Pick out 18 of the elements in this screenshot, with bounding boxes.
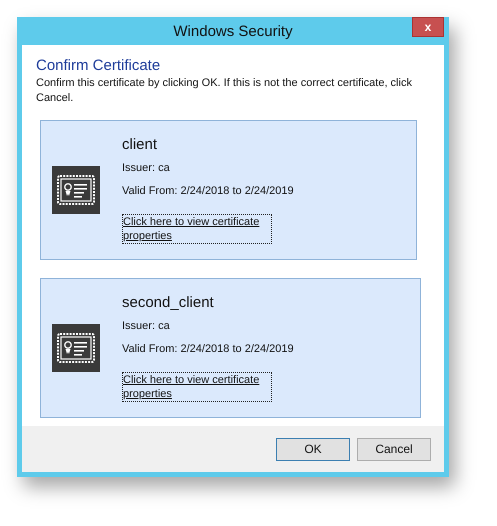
dialog-heading: Confirm Certificate [36,57,162,74]
view-properties-link[interactable]: Click here to view certificate properties [122,214,272,244]
certificate-validity: Valid From: 2/24/2018 to 2/24/2019 [122,185,294,197]
view-properties-link[interactable]: Click here to view certificate properties [122,372,272,402]
close-button[interactable]: x [412,17,444,37]
certificate-icon [52,166,100,214]
certificate-validity: Valid From: 2/24/2018 to 2/24/2019 [122,343,294,355]
certificate-card[interactable]: second_client Issuer: ca Valid From: 2/24/2018 to 2/24/2019 Click here to view certificate properties [40,278,421,418]
certificate-issuer: Issuer: ca [122,320,170,332]
window-title: Windows Security [173,22,293,40]
ok-button[interactable]: OK [276,438,350,460]
dialog-message: Confirm this certificate by clicking OK. If this is not the correct certificate, click Cancel. [36,76,413,106]
certificate-name: second_client [122,294,214,311]
certificate-icon [52,324,100,372]
certificate-issuer: Issuer: ca [122,162,170,174]
cancel-button[interactable]: Cancel [357,438,431,460]
certificate-card[interactable]: client Issuer: ca Valid From: 2/24/2018 to 2/24/2019 Click here to view certificate properties [40,120,417,260]
certificate-name: client [122,136,158,153]
